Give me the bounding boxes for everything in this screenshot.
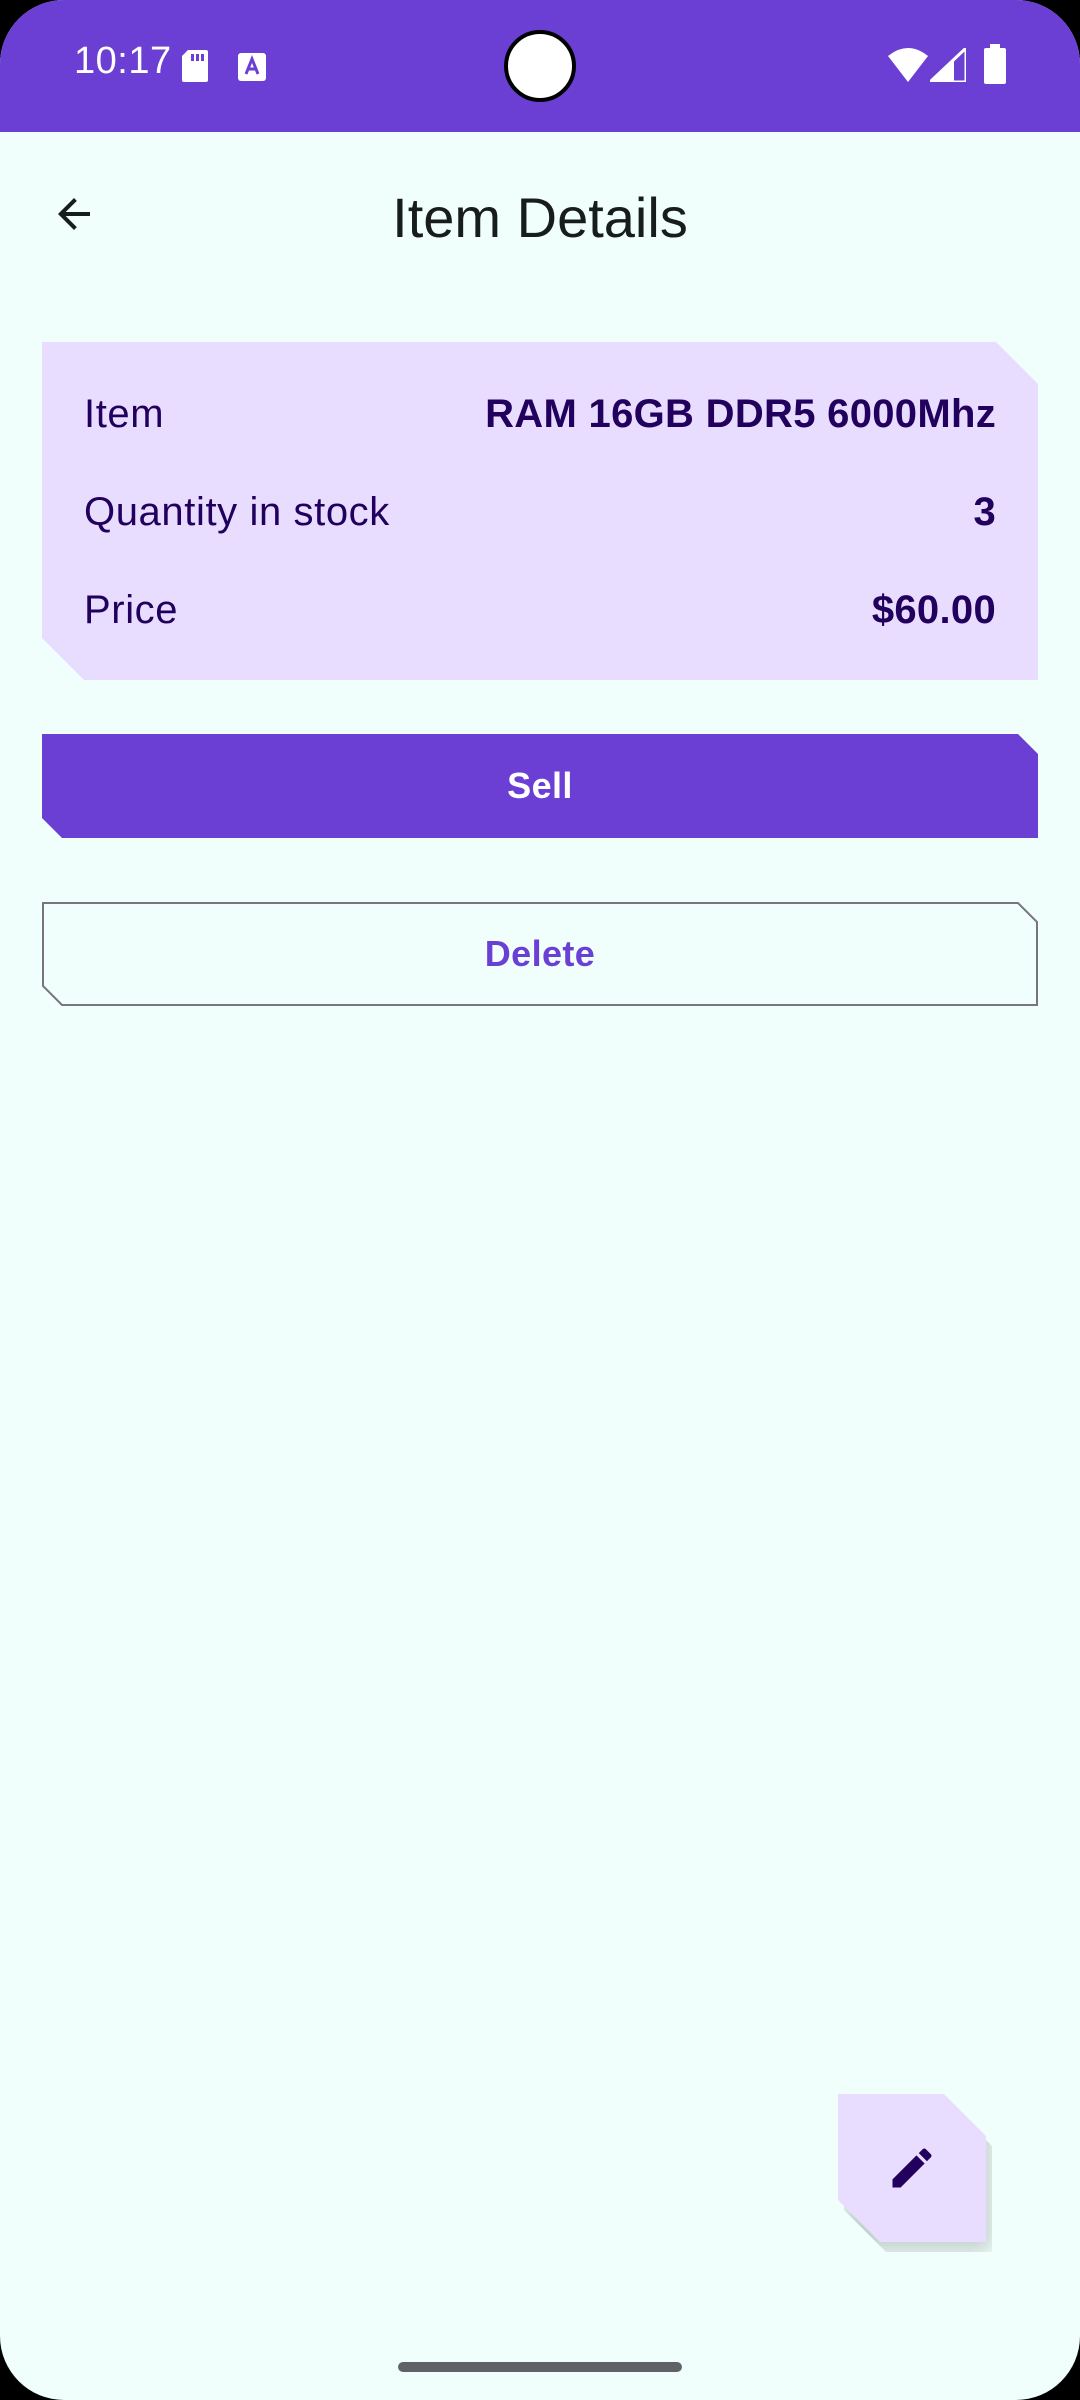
front-camera xyxy=(504,30,576,102)
status-time: 10:17 xyxy=(74,40,172,82)
price-label: Price xyxy=(84,587,179,632)
home-gesture-bar[interactable] xyxy=(398,2362,682,2372)
item-value: RAM 16GB DDR5 6000Mhz xyxy=(485,391,996,436)
item-label: Item xyxy=(84,391,165,436)
wifi-icon xyxy=(888,48,928,82)
quantity-value: 3 xyxy=(973,489,996,534)
delete-button-label: Delete xyxy=(484,933,596,974)
sd-card-icon xyxy=(182,50,208,82)
battery-icon xyxy=(984,44,1006,84)
sell-button-label: Sell xyxy=(507,765,573,806)
price-row: Price $60.00 xyxy=(84,580,996,640)
a-notification-icon xyxy=(238,53,266,81)
item-name-row: Item RAM 16GB DDR5 6000Mhz xyxy=(84,384,996,444)
page-title: Item Details xyxy=(392,186,688,249)
sell-button[interactable]: Sell xyxy=(42,734,1038,838)
quantity-row: Quantity in stock 3 xyxy=(84,482,996,542)
edit-fab[interactable] xyxy=(838,2094,986,2242)
signal-icon xyxy=(930,48,966,82)
edit-pencil-icon xyxy=(892,2148,932,2188)
quantity-label: Quantity in stock xyxy=(84,489,390,534)
price-value: $60.00 xyxy=(871,587,996,632)
app-screen: 10:17 Item Details Item RAM 16GB DDR5 60… xyxy=(0,0,1080,2400)
delete-button[interactable]: Delete xyxy=(42,902,1038,1006)
status-bar: 10:17 xyxy=(0,0,1080,132)
